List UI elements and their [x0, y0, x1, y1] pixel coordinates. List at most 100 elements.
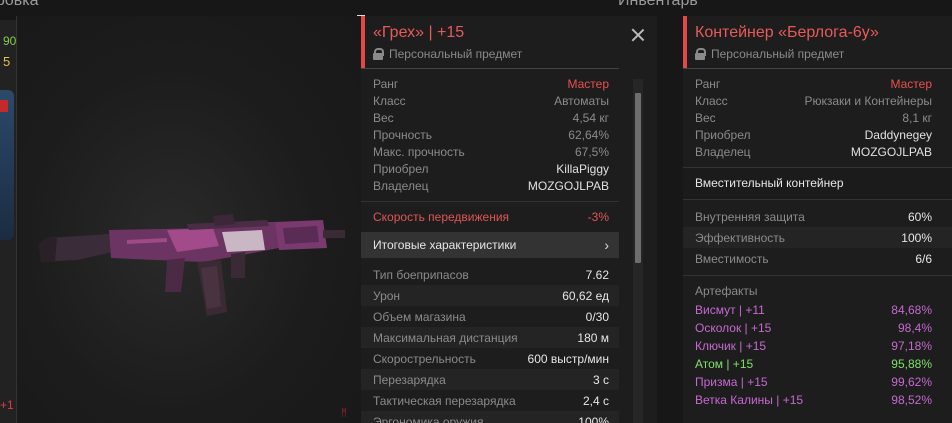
container-header: Контейнер «Берлога-6у» Персональный пред… — [683, 16, 952, 68]
stat-label: Тип боеприпасов — [373, 267, 469, 282]
speed-modifier-row: Скорость передвижения -3% — [361, 202, 619, 232]
container-stats-list: Внутренняя защита 60% Эффективность 100% Вме… — [683, 200, 952, 269]
info-value: Мастер — [890, 77, 932, 91]
info-label: Ранг — [373, 77, 399, 91]
info-label: Ранг — [695, 77, 721, 91]
info-label: Прочность — [373, 128, 433, 142]
chevron-right-icon: › — [604, 237, 609, 253]
stat-row: Скорострельность 600 выстр/мин — [361, 348, 619, 369]
info-value: Мастер — [567, 77, 609, 91]
stat-value: 6/6 — [915, 251, 932, 266]
stat-value: 2,4 с — [582, 393, 609, 408]
stat-value: 3 с — [592, 372, 609, 387]
artifact-name: Ключик | +15 — [695, 339, 767, 353]
info-label: Приобрел — [373, 162, 429, 176]
artifact-name: Атом | +15 — [695, 357, 754, 371]
artifact-value: 97,18% — [891, 339, 932, 353]
info-label: Владелец — [695, 145, 751, 159]
artifact-row[interactable]: Ветка Калины | +15 98,52% — [683, 391, 952, 409]
artifact-row[interactable]: Ключик | +15 97,18% — [683, 337, 952, 355]
stat-row: Максимальная дистанция 180 м — [361, 327, 619, 348]
artifact-name: Висмут | +11 — [695, 303, 765, 317]
stat-label: Максимальная дистанция — [373, 330, 518, 345]
rifle-image — [39, 214, 345, 316]
stat-value: 600 выстр/мин — [527, 351, 609, 366]
info-row: Владелец MOZGOJLPAB — [361, 178, 619, 195]
info-value: 62,64% — [568, 128, 609, 142]
stat-row: Внутренняя защита 60% — [683, 206, 952, 227]
stat-row: Тактическая перезарядка 2,4 с — [361, 390, 619, 411]
summary-stats-button[interactable]: Итоговые характеристики › — [361, 232, 619, 258]
artifacts-list: Висмут | +11 84,68% Осколок | +15 98,4% Ключ… — [683, 301, 952, 409]
stat-row: Эргономика оружия 100% — [361, 411, 619, 423]
stat-value: 100% — [901, 230, 932, 245]
container-section-title: Вместительный контейнер — [683, 168, 952, 199]
rank-mark-icon: ᛗ — [341, 408, 347, 419]
stat-value: 180 м — [577, 330, 609, 345]
stat-row: Перезарядка 3 с — [361, 369, 619, 390]
info-row: Макс. прочность 67,5% — [361, 144, 619, 161]
artifact-name: Призма | +15 — [695, 375, 768, 389]
artifact-row[interactable]: Висмут | +11 84,68% — [683, 301, 952, 319]
artifact-value: 99,62% — [891, 375, 932, 389]
speed-modifier-value: -3% — [587, 210, 609, 224]
info-value: 4,54 кг — [572, 111, 609, 125]
lock-icon — [695, 48, 706, 60]
weapon-info-list: Ранг Мастер Класс Автоматы Вес 4,54 кг Прочнос… — [361, 69, 619, 201]
stat-row: Эффективность 100% — [683, 227, 952, 248]
weapon-subtitle-text: Персональный предмет — [389, 47, 523, 61]
info-value: MOZGOJLPAB — [527, 179, 609, 193]
artifact-value: 98,52% — [891, 393, 932, 407]
artifacts-title: Артефакты — [695, 284, 758, 298]
stat-label: Внутренняя защита — [695, 209, 805, 224]
info-row: Ранг Мастер — [361, 76, 619, 93]
weapon-preview[interactable]: ᛗ — [16, 15, 365, 423]
info-value: Рюкзаки и Контейнеры — [804, 94, 932, 108]
artifact-name: Осколок | +15 — [695, 321, 772, 335]
artifact-row[interactable]: Атом | +15 95,88% — [683, 355, 952, 373]
stat-row: Урон 60,62 ед — [361, 285, 619, 306]
artifact-value: 98,4% — [897, 321, 932, 335]
background-title-right: Инвентарь — [618, 0, 698, 9]
close-icon[interactable] — [631, 28, 645, 42]
info-value: 67,5% — [574, 145, 609, 159]
info-label: Класс — [373, 94, 406, 108]
stat-row: Тип боеприпасов 7.62 — [361, 264, 619, 285]
info-label: Класс — [695, 94, 728, 108]
info-value: Автоматы — [554, 94, 609, 108]
weapon-subtitle: Персональный предмет — [373, 47, 657, 61]
info-label: Вес — [695, 111, 716, 125]
artifact-row[interactable]: Осколок | +15 98,4% — [683, 319, 952, 337]
stat-label: Урон — [373, 288, 401, 303]
info-row: Вес 8,1 кг — [683, 110, 952, 127]
background-number: +1 — [0, 398, 14, 412]
stat-value: 0/30 — [585, 309, 609, 324]
info-label: Макс. прочность — [373, 145, 465, 159]
speed-modifier-label: Скорость передвижения — [373, 210, 510, 224]
armor-item-image — [0, 90, 14, 240]
container-info-list: Ранг Мастер Класс Рюкзаки и Контейнеры Вес 8,… — [683, 69, 952, 167]
stat-label: Объем магазина — [373, 309, 466, 324]
info-row: Вес 4,54 кг — [361, 110, 619, 127]
stat-label: Эффективность — [695, 230, 786, 245]
container-subtitle-text: Персональный предмет — [711, 47, 845, 61]
info-row: Приобрел Daddynegey — [683, 127, 952, 144]
info-label: Вес — [373, 111, 394, 125]
scrollbar-thumb[interactable] — [635, 93, 641, 263]
stat-value: 7.62 — [585, 267, 609, 282]
weapon-tooltip-panel: «Грех» | +15 Персональный предмет Ранг Ма… — [361, 16, 657, 423]
info-value: MOZGOJLPAB — [850, 145, 932, 159]
stat-label: Тактическая перезарядка — [373, 393, 516, 408]
info-row: Приобрел KillaPiggy — [361, 161, 619, 178]
weapon-stats-list: Тип боеприпасов 7.62 Урон 60,62 ед Объем маг… — [361, 258, 619, 423]
artifact-row[interactable]: Призма | +15 99,62% — [683, 373, 952, 391]
stat-label: Перезарядка — [373, 372, 446, 387]
screen: ровка Инвентарь 90 5 +1 ᛗ «Грех» | +15 П… — [0, 0, 952, 423]
weapon-body: Ранг Мастер Класс Автоматы Вес 4,54 кг Прочнос… — [361, 68, 619, 423]
info-value: KillaPiggy — [556, 162, 609, 176]
weapon-header: «Грех» | +15 Персональный предмет — [361, 16, 657, 68]
stat-value: 100% — [578, 414, 609, 423]
stat-value: 60,62 ед — [562, 288, 609, 303]
info-label: Владелец — [373, 179, 429, 193]
info-label: Приобрел — [695, 128, 751, 142]
